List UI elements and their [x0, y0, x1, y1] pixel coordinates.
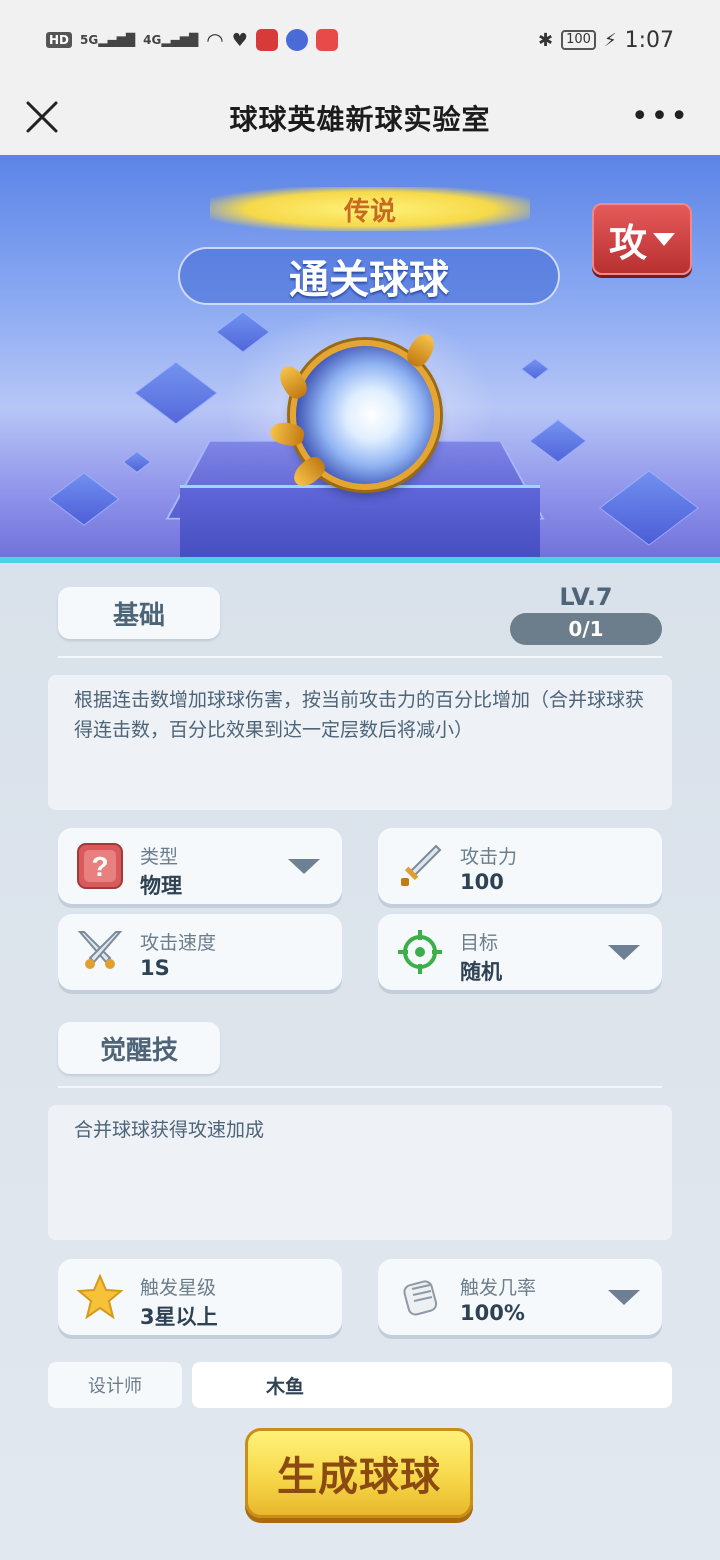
ball-name-pill: 通关球球 — [178, 247, 560, 305]
section-divider — [58, 1086, 662, 1088]
chevron-down-icon — [653, 232, 675, 246]
bluetooth-icon: ✱ — [538, 29, 554, 51]
designer-value: 木鱼 — [266, 1375, 305, 1398]
decor-cube — [598, 470, 700, 546]
skill-description: 根据连击数增加球球伤害，按当前攻击力的百分比增加（合并球球获得连击数，百分比效果… — [48, 675, 672, 810]
decor-cube — [520, 358, 550, 380]
generate-ball-label: 生成球球 — [277, 1454, 441, 1500]
signal-4g-icon: 4G ▂▄▆█ — [143, 33, 199, 47]
crosshair-icon — [396, 928, 444, 976]
status-bar: HD 5G ▂▄▆█ 4G ▂▄▆█ ◠ ♥ ✱ 100 ⚡ 1:07 — [0, 0, 720, 80]
question-mark-icon: ? — [76, 842, 124, 890]
attack-type-dropdown[interactable]: 攻 — [592, 203, 692, 275]
heart-icon: ♥ — [231, 29, 248, 51]
attack-speed-label: 攻击速度 — [140, 932, 217, 954]
hd-indicator: HD — [46, 32, 73, 48]
close-button[interactable] — [22, 97, 62, 137]
close-icon — [26, 101, 58, 133]
rarity-label: 传说 — [343, 196, 396, 227]
fist-icon — [396, 1273, 444, 1321]
music-app-icon — [285, 29, 308, 51]
trigger-rate-selector[interactable]: 触发几率 100% — [378, 1259, 662, 1335]
signal-5g-icon: 5G ▂▄▆█ — [80, 33, 136, 47]
sim1-label: 5G — [80, 33, 99, 47]
target-value: 随机 — [460, 960, 502, 984]
ball-hero: 传说 通关球球 攻 — [0, 155, 720, 563]
designer-label: 设计师 — [48, 1362, 182, 1408]
attack-type-label: 攻 — [608, 220, 647, 265]
awaken-description-text: 合并球球获得攻速加成 — [74, 1119, 265, 1141]
sim2-label: 4G — [143, 33, 162, 47]
level-label: LV.7 — [559, 583, 613, 611]
pedestal-base — [180, 485, 540, 563]
trigger-star-label: 触发星级 — [140, 1277, 217, 1299]
tab-basic-label: 基础 — [112, 600, 165, 631]
attack-speed-card: 攻击速度 1S — [58, 914, 342, 990]
decor-cube — [528, 419, 588, 463]
crossed-swords-icon — [76, 928, 124, 976]
chevron-down-icon — [608, 1290, 640, 1305]
chevron-down-icon — [288, 859, 320, 874]
ball-name: 通关球球 — [289, 257, 449, 303]
battery-icon: 100 — [561, 30, 596, 50]
status-left: HD 5G ▂▄▆█ 4G ▂▄▆█ ◠ ♥ — [46, 28, 338, 52]
skill-description-text: 根据连击数增加球球伤害，按当前攻击力的百分比增加（合并球球获得连击数，百分比效果… — [74, 689, 645, 741]
sword-icon — [396, 842, 444, 890]
generate-ball-button[interactable]: 生成球球 — [245, 1428, 473, 1518]
tab-awaken-skill[interactable]: 觉醒技 — [58, 1022, 220, 1074]
decor-cube — [48, 472, 120, 526]
rarity-banner: 传说 — [210, 187, 530, 231]
decor-cube — [134, 361, 218, 425]
section-divider — [58, 656, 662, 658]
level-progress-text: 0/1 — [568, 617, 604, 641]
designer-field[interactable]: 木鱼 — [192, 1362, 672, 1408]
level-progress-bar: 0/1 — [510, 613, 662, 645]
tab-awaken-skill-label: 觉醒技 — [99, 1035, 178, 1066]
app-notification-icon — [255, 29, 278, 51]
page-title: 球球英雄新球实验室 — [229, 102, 491, 136]
target-selector[interactable]: 目标 随机 — [378, 914, 662, 990]
trigger-star-card: 触发星级 3星以上 — [58, 1259, 342, 1335]
type-label: 类型 — [140, 846, 179, 868]
type-value: 物理 — [140, 874, 182, 898]
more-icon: ••• — [630, 99, 690, 134]
decor-cube — [122, 451, 152, 473]
reader-app-icon — [315, 29, 338, 51]
chevron-down-icon — [608, 945, 640, 960]
more-button[interactable]: ••• — [631, 102, 690, 132]
nav-bar: 球球英雄新球实验室 ••• — [0, 80, 720, 155]
tab-basic[interactable]: 基础 — [58, 587, 220, 639]
wifi-icon: ◠ — [206, 28, 224, 52]
trigger-rate-label: 触发几率 — [460, 1277, 537, 1299]
trigger-star-value: 3星以上 — [140, 1305, 218, 1329]
type-selector[interactable]: ? 类型 物理 — [58, 828, 342, 904]
attack-speed-value: 1S — [140, 956, 170, 980]
svg-text:?: ? — [91, 851, 108, 882]
clock: 1:07 — [624, 27, 674, 53]
status-right: ✱ 100 ⚡ 1:07 — [538, 28, 674, 53]
attack-power-label: 攻击力 — [460, 846, 518, 868]
attack-power-card: 攻击力 100 — [378, 828, 662, 904]
attack-power-value: 100 — [460, 870, 504, 894]
trigger-rate-value: 100% — [460, 1301, 525, 1325]
charging-icon: ⚡ — [603, 29, 617, 51]
awaken-description: 合并球球获得攻速加成 — [48, 1105, 672, 1240]
star-icon — [76, 1273, 124, 1321]
target-label: 目标 — [460, 932, 499, 954]
